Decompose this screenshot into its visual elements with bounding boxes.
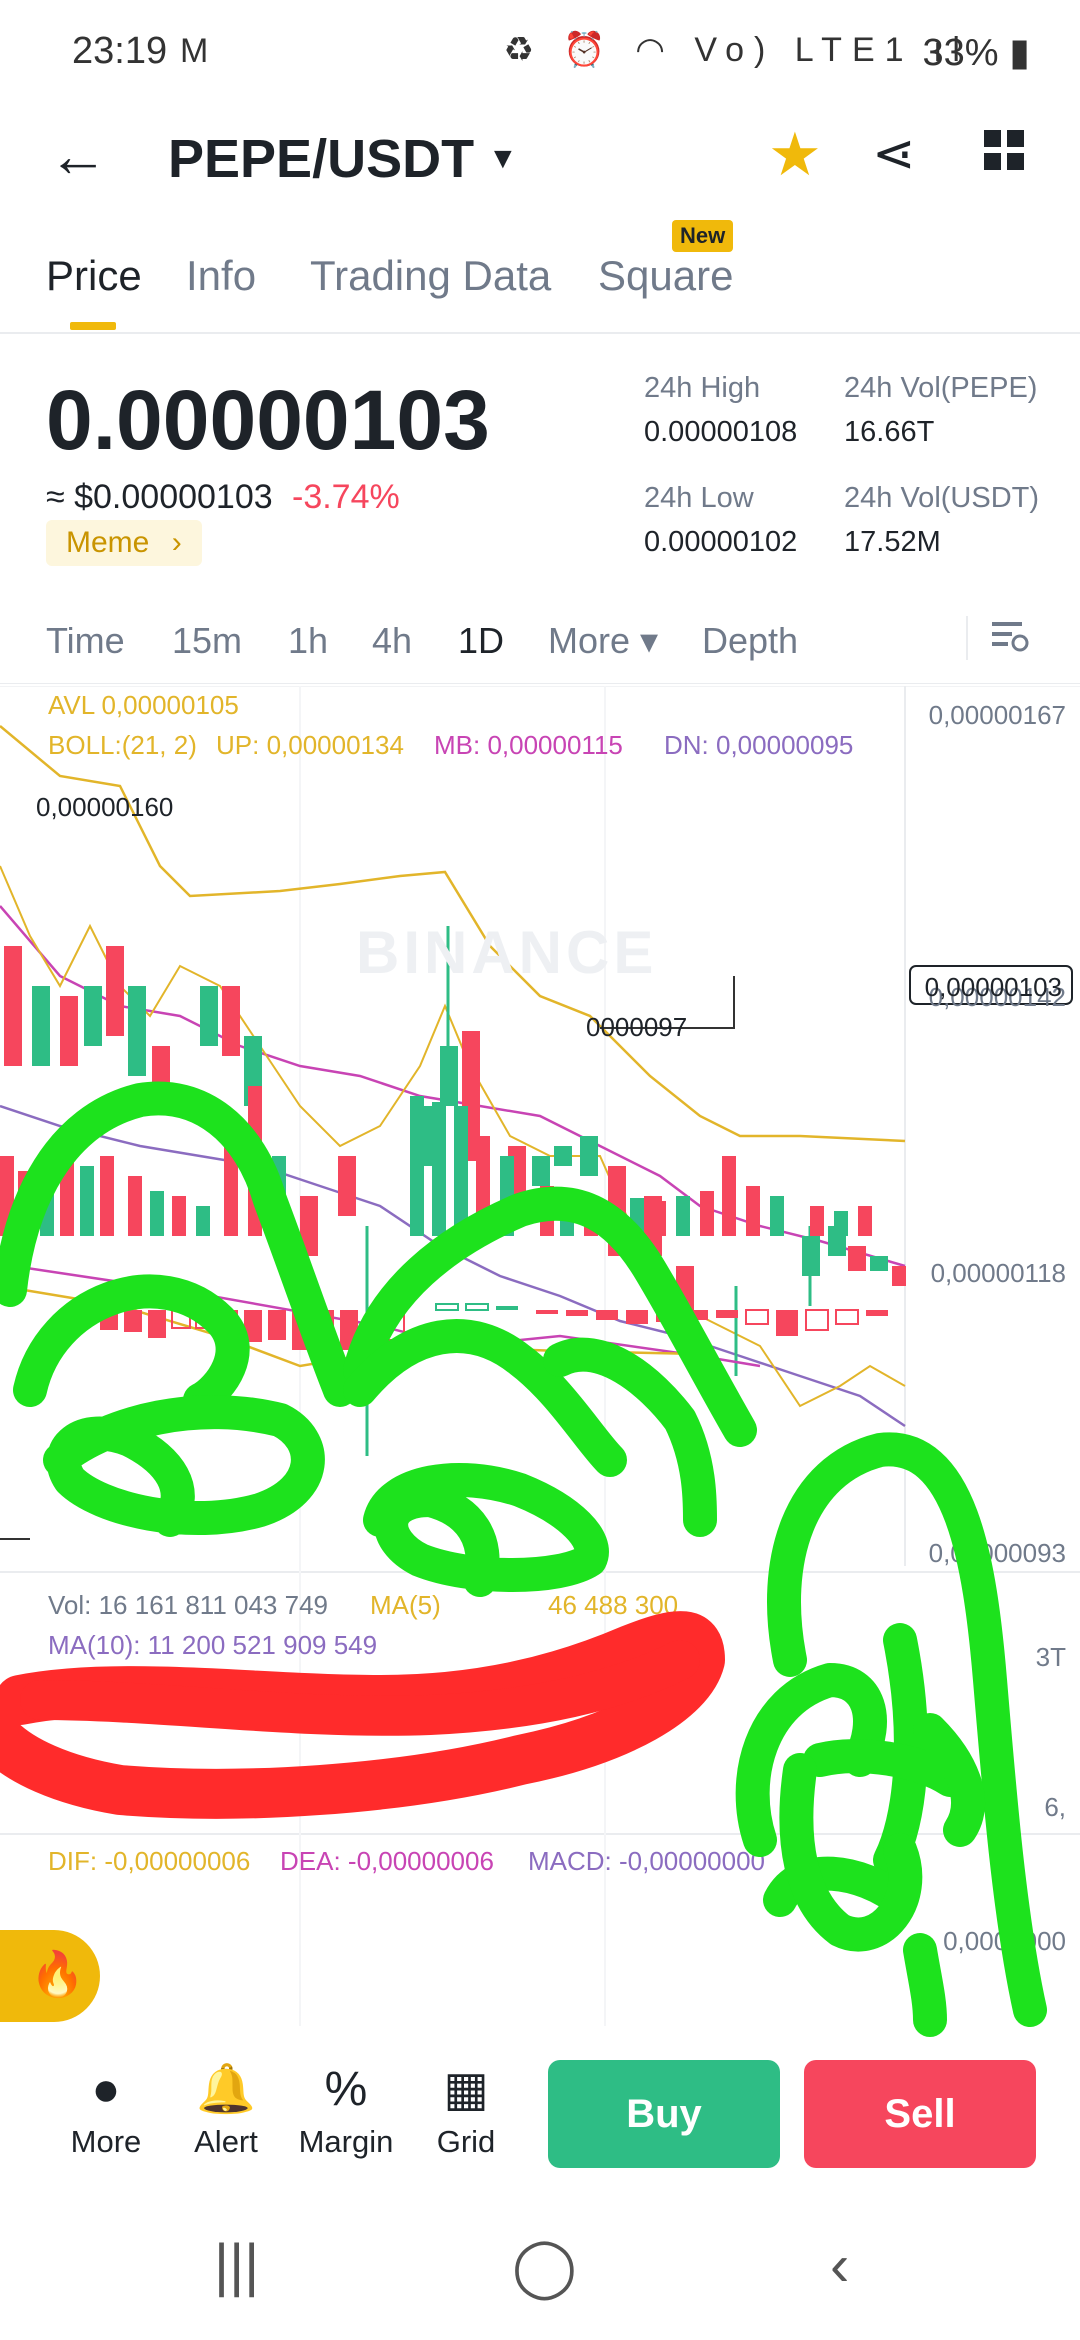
low-marker: 0000097 (586, 1012, 688, 1042)
meme-tag-label: Meme (66, 526, 150, 559)
avl-label: AVL 0,00000105 (48, 690, 239, 720)
bottom-action-bar: ● More 🔔 Alert % Margin ▦ Grid Buy Sell (0, 2040, 1080, 2200)
status-time: 23:19 (72, 30, 168, 72)
sell-button[interactable]: Sell (804, 2060, 1036, 2168)
fire-button[interactable]: 🔥 (0, 1930, 100, 2022)
volume-bars (0, 1086, 872, 1236)
price-usd: ≈ $0.00000103 (46, 478, 273, 516)
high-label: 24h High (644, 372, 761, 404)
grid-label: Grid (436, 2124, 496, 2159)
vol-base-value: 16.66T (844, 416, 935, 448)
macd-axis-label: 0,0000000 (943, 1926, 1066, 1956)
active-tab-indicator (70, 322, 116, 330)
vol-base-label: 24h Vol(PEPE) (844, 372, 1038, 404)
vol-label: Vol: 16 161 811 043 749 (48, 1590, 328, 1620)
divider (966, 616, 968, 660)
new-badge: New (672, 220, 734, 252)
axis-label-1: 0,00000167 (928, 700, 1066, 730)
buy-button[interactable]: Buy (548, 2060, 780, 2168)
back-nav-icon[interactable]: ‹ (830, 2232, 849, 2299)
margin-button[interactable]: % Margin (286, 2060, 406, 2160)
tab-trading-data[interactable]: Trading Data (310, 252, 551, 300)
grid-icon[interactable] (984, 130, 1024, 170)
boll-up-label: UP: 0,00000134 (216, 730, 404, 760)
more-dots-icon: ● (91, 2063, 121, 2116)
caret-down-icon[interactable]: ▼ (488, 142, 518, 176)
vol-axis-mid: 6, (1044, 1792, 1066, 1822)
tf-15m[interactable]: 15m (172, 620, 242, 662)
recents-icon[interactable]: ||| (214, 2232, 259, 2299)
last-price: 0.00000103 (46, 373, 490, 467)
arrow-left-icon[interactable]: ← (48, 126, 108, 186)
dif-label: DIF: -0,00000006 (48, 1846, 251, 1876)
grid-button[interactable]: ▦ Grid (406, 2060, 526, 2160)
low-label: 24h Low (644, 482, 754, 514)
tf-more[interactable]: More ▾ (548, 620, 658, 662)
tf-depth[interactable]: Depth (702, 620, 798, 662)
share-icon[interactable]: ⋖ (872, 124, 916, 184)
high-marker: 0,00000160 (36, 792, 174, 822)
axis-label-4: 0,00000093 (928, 1538, 1066, 1568)
tab-info[interactable]: Info (186, 252, 256, 300)
home-icon[interactable]: ◯ (512, 2232, 577, 2300)
boll-dn-label: DN: 0,00000095 (664, 730, 854, 760)
meme-tag[interactable]: Meme › (46, 520, 202, 566)
high-value: 0.00000108 (644, 416, 798, 448)
more-label: More (70, 2124, 142, 2159)
gmail-icon: M (180, 32, 209, 70)
margin-label: Margin (298, 2124, 394, 2159)
current-price-label: 0,00000103 (924, 972, 1062, 1002)
boll-label: BOLL:(21, 2) (48, 730, 197, 760)
timeframe-bar: Time 15m 1h 4h 1D More ▾ Depth (0, 600, 1080, 684)
vol-ma5-label: MA(5) (370, 1590, 441, 1620)
candlestick-chart[interactable]: AVL 0,00000105 BOLL:(21, 2) UP: 0,000001… (0, 686, 1080, 2026)
dea-label: DEA: -0,00000006 (280, 1846, 494, 1876)
macd-label: MACD: -0,00000000 (528, 1846, 766, 1876)
vol-ma5-value: 46 488 300 (548, 1590, 679, 1620)
tab-square[interactable]: Square (598, 252, 733, 300)
tf-1h[interactable]: 1h (288, 620, 328, 662)
binance-watermark: BINANCE (356, 919, 658, 986)
low-value: 0.00000102 (644, 526, 798, 558)
system-nav-bar: ||| ◯ ‹ (0, 2220, 1080, 2320)
tf-1d[interactable]: 1D (458, 620, 504, 662)
bell-icon: 🔔 (196, 2063, 256, 2116)
top-nav: ← PEPE/USDT ▼ ★ ⋖ (0, 110, 1080, 220)
fire-icon: 🔥 (30, 1950, 85, 1999)
chevron-right-icon: › (171, 526, 182, 559)
chart-svg (0, 686, 1080, 2026)
percent-icon: % (324, 2063, 368, 2116)
vol-quote-label: 24h Vol(USDT) (844, 482, 1040, 514)
tf-4h[interactable]: 4h (372, 620, 412, 662)
more-button[interactable]: ● More (46, 2060, 166, 2160)
vol-ma10-label: MA(10): 11 200 521 909 549 (48, 1630, 378, 1660)
alert-button[interactable]: 🔔 Alert (166, 2060, 286, 2160)
battery-indicator: 33% ▮ (922, 32, 1030, 74)
tf-time[interactable]: Time (46, 620, 125, 662)
vol-quote-value: 17.52M (844, 526, 941, 558)
status-icons: ♻ ⏰ ◠ Vo) LTE1 ıl (503, 31, 970, 69)
grid-trading-icon: ▦ (443, 2063, 489, 2116)
vol-axis-top: 3T (1035, 1642, 1066, 1672)
price-change: -3.74% (292, 478, 400, 516)
status-bar: 23:19 M ♻ ⏰ ◠ Vo) LTE1 ıl 33% ▮ (0, 0, 1080, 105)
star-icon[interactable]: ★ (768, 120, 822, 190)
axis-label-3: 0,00000118 (930, 1258, 1066, 1288)
pair-title[interactable]: PEPE/USDT (168, 128, 474, 190)
chart-settings-icon[interactable] (990, 616, 1030, 656)
alert-label: Alert (194, 2124, 258, 2159)
boll-mb-label: MB: 0,00000115 (434, 730, 623, 760)
tab-bar: Price Info Trading Data Square New (0, 220, 1080, 334)
tab-price[interactable]: Price (46, 252, 142, 300)
